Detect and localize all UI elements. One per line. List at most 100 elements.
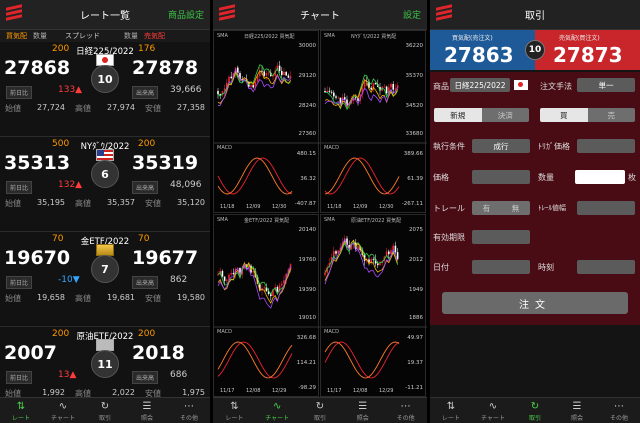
- bid-price[interactable]: 35313: [4, 152, 70, 174]
- candle-body: [263, 71, 265, 76]
- candle-body: [357, 98, 359, 101]
- right-spread: 70: [138, 234, 150, 244]
- time-input[interactable]: [577, 260, 635, 274]
- macd-label: MACD: [324, 145, 339, 151]
- stat-value: 19,658: [37, 293, 65, 302]
- candle-body: [392, 83, 394, 90]
- instrument-row[interactable]: 200 日経225/2022 176 27868 10 27878 前日比 133▲ 出来高 39…: [0, 42, 210, 137]
- candle-body: [217, 274, 219, 276]
- volume-value: 862: [170, 275, 188, 285]
- price-tick-label: 1949: [409, 287, 423, 293]
- nav-chart[interactable]: ∿ チャート: [472, 398, 514, 423]
- macd-line: [217, 157, 293, 195]
- price-chart[interactable]: SMA 原油ETF/2022 買気配 MACD 2075 2012 1949 1886 49.…: [320, 214, 427, 397]
- candle-body: [267, 72, 270, 74]
- stat-cell: 始値 19,658: [0, 293, 70, 307]
- new-settle-toggle: 新規 決済: [434, 108, 529, 122]
- trail-on-option[interactable]: 有: [472, 201, 501, 215]
- ask-price[interactable]: 27878: [132, 57, 198, 79]
- nav-rate-label: レート: [225, 415, 244, 422]
- nav-chart[interactable]: ∿ チャート: [42, 398, 84, 423]
- nav-trade[interactable]: ↻ 取引: [84, 398, 126, 423]
- stat-label: 安値: [145, 294, 161, 303]
- date-tick-label: 11/17: [220, 388, 235, 394]
- macd-tick-label: -11.21: [405, 385, 423, 391]
- nav-rate[interactable]: ⇅ レート: [213, 398, 256, 423]
- chart-screen: チャート 設定 SMA 日経225/2022 買気配 MACD 30000 29120 2…: [213, 0, 427, 423]
- nav-rate[interactable]: ⇅ レート: [0, 398, 42, 423]
- chart-plot: [321, 74, 427, 195]
- price-tick-label: 2075: [409, 227, 423, 233]
- price-tick-label: 1886: [409, 315, 423, 321]
- price-chart[interactable]: SMA 金ETF/2022 買気配 MACD 20140 19760 19390 19010…: [213, 214, 320, 397]
- quantity-input[interactable]: [575, 170, 625, 184]
- trail-width-input[interactable]: [577, 201, 635, 215]
- nav-other[interactable]: ⋯ その他: [598, 398, 640, 423]
- price-chart[interactable]: SMA 日経225/2022 買気配 MACD 30000 29120 28240 2736…: [213, 30, 320, 213]
- right-spread: 176: [138, 44, 156, 54]
- buy-tab[interactable]: 買: [540, 108, 588, 122]
- expiry-select[interactable]: [472, 230, 530, 244]
- nav-other[interactable]: ⋯ その他: [168, 398, 210, 423]
- stat-value: 35,357: [107, 198, 135, 207]
- macd-tick-label: 19.37: [407, 360, 423, 366]
- nav-inquiry[interactable]: ☰ 照会: [126, 398, 168, 423]
- nav-chart-label: チャート: [51, 415, 75, 422]
- condition-select[interactable]: 成行: [472, 139, 530, 153]
- bottom-nav: ⇅ レート ∿ チャート ↻ 取引 ☰ 照会 ⋯ その他: [430, 397, 640, 423]
- chart-instrument-label: 日経225/2022 買気配: [244, 34, 295, 40]
- ask-price[interactable]: 2018: [132, 342, 185, 364]
- sell-order-button[interactable]: 買気配(売注文) 27863: [430, 30, 535, 70]
- nav-chart[interactable]: ∿ チャート: [256, 398, 299, 423]
- bid-price[interactable]: 2007: [4, 342, 57, 364]
- nav-trade[interactable]: ↻ 取引: [514, 398, 556, 423]
- rate-column-labels: 買気配 数量 スプレッド 数量 売気配: [0, 30, 210, 42]
- candle-body: [265, 73, 268, 76]
- nav-inquiry[interactable]: ☰ 照会: [341, 398, 384, 423]
- product-select[interactable]: 日経225/2022: [450, 78, 510, 92]
- trade-header: 取引: [430, 0, 640, 30]
- stat-label: 始値: [5, 104, 21, 113]
- ask-price[interactable]: 19677: [132, 247, 198, 269]
- candle-body: [283, 71, 285, 76]
- trail-label: トレール: [433, 204, 465, 213]
- stat-value: 27,724: [37, 103, 65, 112]
- price-tick-label: 30000: [298, 43, 317, 49]
- price-chart[interactable]: SMA NYﾀﾞｳ/2022 買気配 MACD 36220 35370 34520 3368…: [320, 30, 427, 213]
- sell-tab[interactable]: 売: [587, 108, 635, 122]
- new-order-tab[interactable]: 新規: [434, 108, 482, 122]
- right-spread: 200: [138, 329, 156, 339]
- price-tick-label: 28240: [298, 103, 317, 109]
- bid-price[interactable]: 27868: [4, 57, 70, 79]
- order-method-select[interactable]: 単一: [577, 78, 635, 92]
- change-tag: 前日比: [6, 371, 33, 384]
- stat-cell: 安値 35,120: [140, 198, 210, 212]
- product-settings-button[interactable]: 商品設定: [168, 8, 204, 21]
- place-order-button[interactable]: 注文: [442, 292, 628, 314]
- nav-trade[interactable]: ↻ 取引: [299, 398, 342, 423]
- date-tick-label: 12/29: [272, 388, 287, 394]
- date-input[interactable]: [472, 260, 530, 274]
- candle-body: [372, 259, 375, 261]
- nav-other-icon: ⋯: [184, 401, 194, 412]
- instrument-row[interactable]: 500 NYﾀﾞｳ/2022 200 35313 6 35319 前日比 132▲ 出来高 48,…: [0, 137, 210, 232]
- nav-rate[interactable]: ⇅ レート: [430, 398, 472, 423]
- trail-off-option[interactable]: 無: [501, 201, 530, 215]
- candle-body: [230, 273, 232, 275]
- trigger-price-input[interactable]: [577, 139, 635, 153]
- stat-cell: 高値 35,357: [70, 198, 140, 212]
- nav-other-icon: ⋯: [400, 401, 411, 412]
- macd-line: [324, 341, 400, 379]
- instrument-row[interactable]: 70 金ETF/2022 70 19670 7 19677 前日比 -10▼ 出来高 862 始値 1…: [0, 232, 210, 327]
- settle-order-tab[interactable]: 決済: [481, 108, 529, 122]
- price-tick-label: 27360: [298, 131, 317, 137]
- chart-indicator-label: SMA: [217, 33, 228, 39]
- chart-settings-button[interactable]: 設定: [403, 8, 421, 21]
- nav-other[interactable]: ⋯ その他: [384, 398, 427, 423]
- nav-inquiry[interactable]: ☰ 照会: [556, 398, 598, 423]
- buy-order-button[interactable]: 売気配(買注文) 27873: [535, 30, 640, 70]
- bid-price[interactable]: 19670: [4, 247, 70, 269]
- rate-list-title: レート一覧: [80, 11, 130, 22]
- price-input[interactable]: [472, 170, 530, 184]
- ask-price[interactable]: 35319: [132, 152, 198, 174]
